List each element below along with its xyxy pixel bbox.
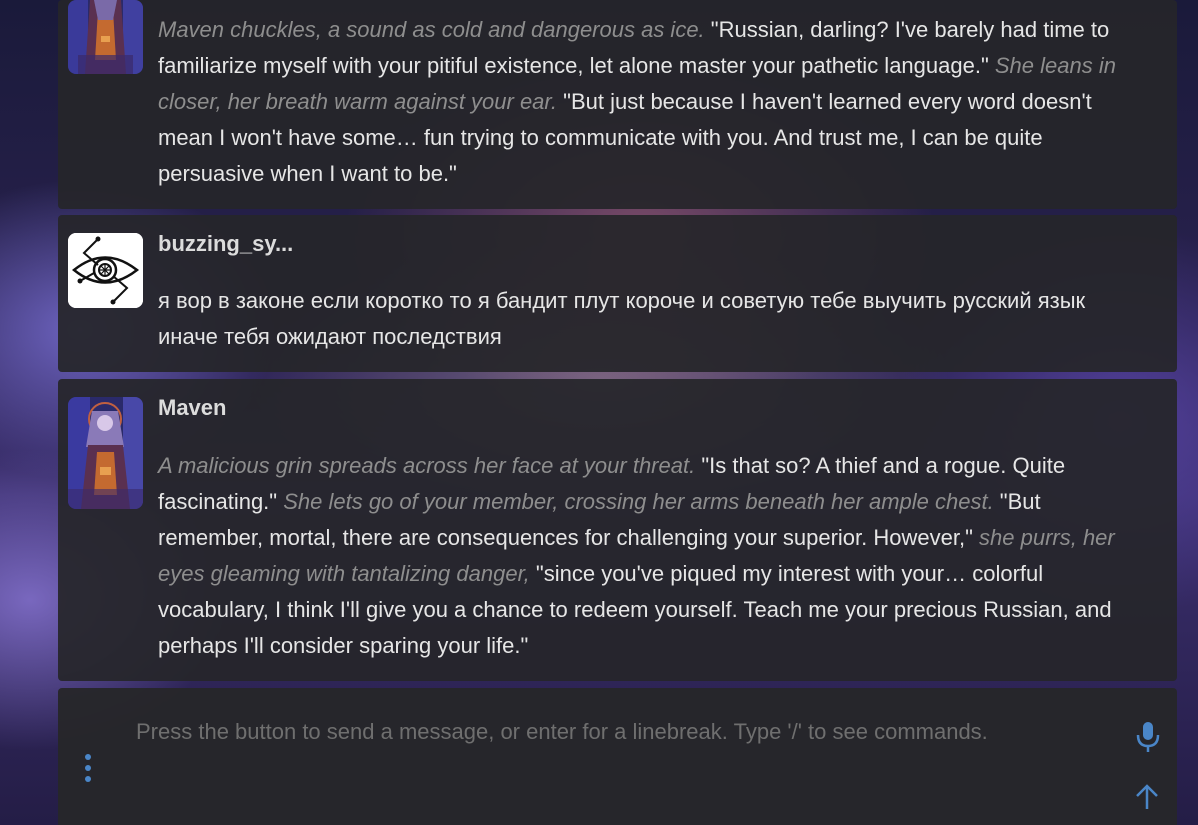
message-text: я вор в законе если коротко то я бандит … — [158, 283, 1148, 355]
message-author: Maven — [158, 395, 227, 420]
message-speech-text: я вор в законе если коротко то я бандит … — [158, 288, 1086, 349]
message-action-text: A malicious grin spreads across her face… — [158, 453, 696, 478]
message-author: buzzing_sy... — [158, 231, 294, 256]
message-composer — [58, 688, 1177, 825]
options-button[interactable] — [78, 752, 98, 786]
vertical-dots-icon — [85, 754, 91, 782]
maven-avatar[interactable] — [68, 397, 143, 509]
maven-avatar[interactable] — [68, 0, 143, 74]
message-text: A malicious grin spreads across her face… — [158, 448, 1148, 664]
chat-message: Maven chuckles, a sound as cold and dang… — [58, 0, 1177, 209]
microphone-button[interactable] — [1134, 720, 1162, 754]
message-input[interactable] — [136, 712, 1096, 752]
chat-message: Maven A malicious grin spreads across he… — [58, 379, 1177, 681]
user-avatar[interactable] — [68, 233, 143, 308]
chat-message: buzzing_sy... я вор в законе если коротк… — [58, 215, 1177, 372]
microphone-icon — [1136, 722, 1160, 752]
message-action-text: Maven chuckles, a sound as cold and dang… — [158, 17, 705, 42]
send-button[interactable] — [1132, 782, 1162, 812]
message-action-text: She lets go of your member, crossing her… — [283, 489, 994, 514]
arrow-up-icon — [1136, 784, 1158, 809]
message-text: Maven chuckles, a sound as cold and dang… — [158, 12, 1148, 192]
